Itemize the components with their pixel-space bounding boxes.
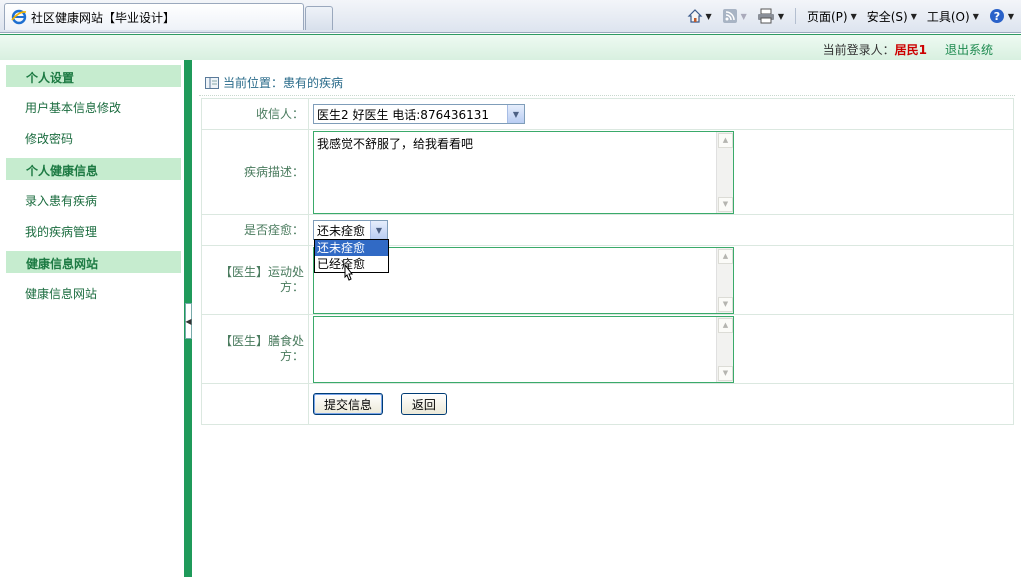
empty-cell bbox=[201, 383, 309, 425]
separator bbox=[794, 8, 796, 24]
chevron-down-icon: ▼ bbox=[705, 11, 712, 21]
browser-chrome: 社区健康网站【毕业设计】 ▼ ▼ ▼ 页面(P) ▼ 安全(S) ▼ 工具(O) ▼ … bbox=[0, 0, 1021, 33]
description-value: 我感觉不舒服了，给我看看吧 bbox=[317, 136, 474, 151]
mouse-cursor-icon bbox=[344, 263, 354, 281]
chevron-down-icon: ▼ bbox=[740, 11, 747, 21]
exercise-label: 【医生】运动处方： bbox=[201, 245, 309, 315]
sidebar-section-health-site[interactable]: 健康信息网站 bbox=[6, 251, 181, 273]
form-row-diet: 【医生】膳食处方： ▲ ▼ bbox=[201, 314, 1014, 384]
form-row-actions: 提交信息 返回 bbox=[201, 383, 1014, 425]
scrollbar[interactable]: ▲ ▼ bbox=[716, 247, 733, 313]
form-row-recipient: 收信人： 医生2 好医生 电话:876436131 ▼ bbox=[201, 98, 1014, 130]
help-icon: ? bbox=[989, 9, 1004, 23]
form-row-description: 疾病描述： 我感觉不舒服了，给我看看吧 ▲ ▼ bbox=[201, 129, 1014, 215]
scroll-up-icon[interactable]: ▲ bbox=[718, 248, 733, 264]
diet-textarea[interactable]: ▲ ▼ bbox=[313, 315, 734, 383]
submit-button[interactable]: 提交信息 bbox=[313, 393, 384, 415]
breadcrumb-text: 当前位置：患有的疾病 bbox=[223, 76, 344, 90]
logout-link[interactable]: 退出系统 bbox=[945, 43, 993, 57]
login-label: 当前登录人： bbox=[822, 43, 895, 57]
back-button[interactable]: 返回 bbox=[400, 393, 447, 415]
scrollbar[interactable]: ▲ ▼ bbox=[716, 316, 733, 382]
feeds-button[interactable]: ▼ bbox=[719, 5, 750, 27]
ie-icon bbox=[11, 9, 27, 25]
sidebar-item-health-site[interactable]: 健康信息网站 bbox=[25, 285, 97, 302]
browser-tab[interactable]: 社区健康网站【毕业设计】 bbox=[4, 3, 304, 30]
recipient-label: 收信人： bbox=[201, 98, 309, 130]
sidebar-item-my-disease[interactable]: 我的疾病管理 bbox=[25, 223, 97, 240]
scroll-down-icon[interactable]: ▼ bbox=[718, 296, 733, 312]
recipient-value: 医生2 好医生 电话:876436131 bbox=[317, 107, 490, 122]
chevron-down-icon: ▼ bbox=[1007, 11, 1014, 21]
book-icon bbox=[205, 76, 219, 89]
cured-label: 是否痊愈： bbox=[201, 214, 309, 246]
option-not-cured[interactable]: 还未痊愈 bbox=[315, 240, 388, 256]
rss-icon bbox=[722, 9, 737, 23]
sidebar-item-enter-disease[interactable]: 录入患有疾病 bbox=[25, 192, 97, 209]
scroll-up-icon[interactable]: ▲ bbox=[718, 132, 733, 148]
chevron-down-icon: ▼ bbox=[777, 11, 784, 21]
chevron-down-icon: ▼ bbox=[972, 11, 979, 21]
chevron-down-icon: ▼ bbox=[850, 11, 857, 21]
page-menu[interactable]: 页面(P) ▼ bbox=[804, 5, 860, 27]
breadcrumb: 当前位置：患有的疾病 bbox=[199, 70, 1015, 96]
safety-menu[interactable]: 安全(S) ▼ bbox=[864, 5, 920, 27]
home-button[interactable]: ▼ bbox=[684, 5, 715, 27]
login-user: 居民1 bbox=[894, 43, 927, 57]
recipient-select[interactable]: 医生2 好医生 电话:876436131 ▼ bbox=[313, 104, 525, 124]
description-textarea[interactable]: 我感觉不舒服了，给我看看吧 ▲ ▼ bbox=[313, 130, 734, 214]
scroll-down-icon[interactable]: ▼ bbox=[718, 365, 733, 381]
print-button[interactable]: ▼ bbox=[754, 5, 787, 27]
page-header: 当前登录人：居民1 退出系统 bbox=[0, 34, 1021, 60]
tab-title: 社区健康网站【毕业设计】 bbox=[31, 10, 176, 25]
tools-menu[interactable]: 工具(O) ▼ bbox=[924, 5, 982, 27]
scroll-down-icon[interactable]: ▼ bbox=[718, 196, 733, 212]
description-label: 疾病描述： bbox=[201, 129, 309, 215]
chevron-left-icon: ◀ bbox=[185, 316, 192, 326]
command-bar: ▼ ▼ ▼ 页面(P) ▼ 安全(S) ▼ 工具(O) ▼ ? ▼ bbox=[684, 5, 1018, 27]
new-tab-button[interactable] bbox=[305, 6, 333, 30]
diet-label: 【医生】膳食处方： bbox=[201, 314, 309, 384]
sidebar-item-edit-profile[interactable]: 用户基本信息修改 bbox=[25, 99, 121, 116]
scroll-up-icon[interactable]: ▲ bbox=[718, 317, 733, 333]
scrollbar[interactable]: ▲ ▼ bbox=[716, 131, 733, 213]
home-icon bbox=[687, 9, 702, 23]
help-button[interactable]: ? ▼ bbox=[986, 5, 1017, 27]
chevron-down-icon[interactable]: ▼ bbox=[370, 221, 387, 239]
sidebar-section-health-info[interactable]: 个人健康信息 bbox=[6, 158, 181, 180]
cured-value: 还未痊愈 bbox=[317, 223, 366, 238]
svg-text:?: ? bbox=[994, 10, 1000, 23]
cured-select[interactable]: 还未痊愈 ▼ bbox=[313, 220, 388, 240]
login-info: 当前登录人：居民1 退出系统 bbox=[823, 41, 993, 58]
chevron-down-icon: ▼ bbox=[910, 11, 917, 21]
sidebar: 个人设置 用户基本信息修改 修改密码 个人健康信息 录入患有疾病 我的疾病管理 … bbox=[0, 60, 184, 577]
collapse-sidebar-button[interactable]: ◀ bbox=[185, 303, 192, 339]
printer-icon bbox=[757, 8, 774, 24]
sidebar-section-personal-settings[interactable]: 个人设置 bbox=[6, 65, 181, 87]
sidebar-item-change-password[interactable]: 修改密码 bbox=[25, 130, 73, 147]
chevron-down-icon[interactable]: ▼ bbox=[507, 105, 524, 123]
